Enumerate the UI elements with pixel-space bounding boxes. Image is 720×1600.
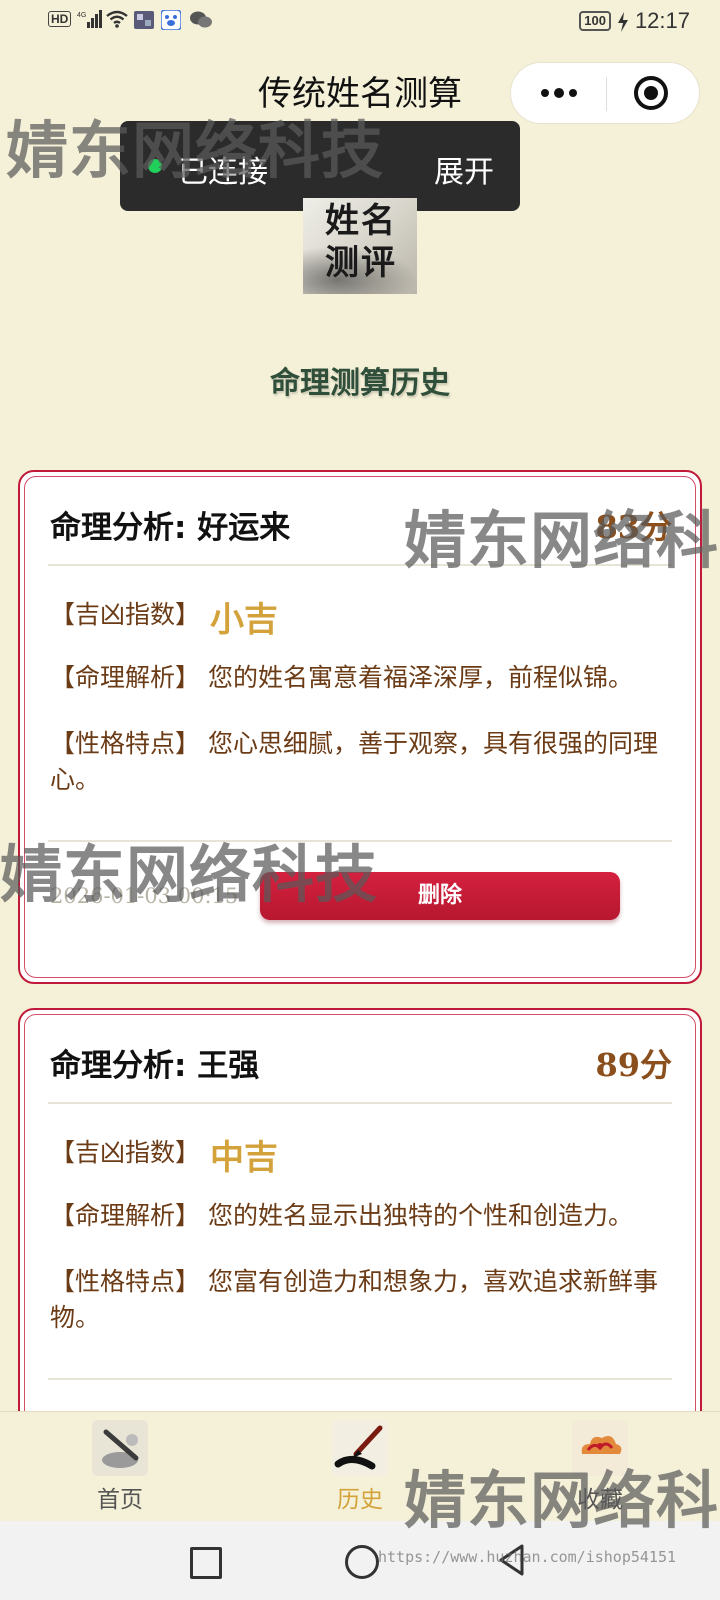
status-right: 100 12:17 xyxy=(579,8,690,34)
logo-text-line1: 姓名 xyxy=(325,201,397,241)
trait-row: 【性格特点】 您富有创造力和想象力，喜欢追求新鲜事物。 xyxy=(50,1264,670,1336)
capsule-divider xyxy=(606,77,607,111)
luck-value: 中吉 xyxy=(210,1138,279,1178)
recent-apps-icon[interactable] xyxy=(190,1547,222,1579)
luck-value: 小吉 xyxy=(210,600,279,640)
analysis-row: 【命理解析】 您的姓名显示出独特的个性和创造力。 xyxy=(50,1198,670,1234)
wifi-icon xyxy=(105,10,129,28)
trait-label: 【性格特点】 xyxy=(50,729,201,758)
card-title: 命理分析: 好运来 xyxy=(50,510,291,546)
close-target-icon[interactable] xyxy=(633,75,669,111)
analysis-label: 【命理解析】 xyxy=(50,663,201,692)
status-bar: HD 4G 100 12:17 xyxy=(0,0,720,44)
brush-ink-icon xyxy=(92,1420,148,1476)
analysis-row: 【命理解析】 您的姓名寓意着福泽深厚，前程似锦。 xyxy=(50,660,670,696)
luck-label: 【吉凶指数】 xyxy=(50,1138,201,1167)
trait-row: 【性格特点】 您心思细腻，善于观察，具有很强的同理心。 xyxy=(50,726,670,798)
divider xyxy=(48,1102,672,1104)
tab-label: 首页 xyxy=(97,1487,143,1513)
divider xyxy=(48,1378,672,1380)
watermark: 婧东网络科技 xyxy=(404,1464,720,1537)
tab-home[interactable]: 首页 xyxy=(50,1420,190,1514)
app-notification-icon xyxy=(133,10,155,29)
logo-text: 姓名 测评 xyxy=(311,200,411,284)
battery-indicator: 100 xyxy=(579,11,611,31)
watermark: 婧东网络科技 xyxy=(0,838,379,911)
logo-text-line2: 测评 xyxy=(325,243,397,283)
section-heading: 命理测算历史 xyxy=(270,366,450,401)
trait-label: 【性格特点】 xyxy=(50,1267,201,1296)
card-score: 89分 xyxy=(595,1046,672,1084)
luck-row: 【吉凶指数】 小吉 xyxy=(50,592,670,641)
analysis-label: 【命理解析】 xyxy=(50,1201,201,1230)
charging-bolt-icon xyxy=(617,12,629,32)
hd-badge: HD xyxy=(48,11,72,27)
analysis-text: 您的姓名显示出独特的个性和创造力。 xyxy=(207,1201,633,1230)
miniprogram-capsule xyxy=(510,62,700,124)
analysis-text: 您的姓名寓意着福泽深厚，前程似锦。 xyxy=(207,663,633,692)
more-dots-icon[interactable] xyxy=(539,83,579,103)
home-circle-icon[interactable] xyxy=(345,1545,379,1579)
card-title: 命理分析: 王强 xyxy=(50,1048,260,1084)
cellular-signal-icon: 4G xyxy=(77,10,103,28)
clock: 12:17 xyxy=(634,8,690,33)
calligraphy-brush-icon xyxy=(332,1420,388,1476)
signal-type-label: 4G xyxy=(77,12,86,19)
app-logo: 姓名 测评 xyxy=(303,198,417,294)
watermark: 婧东网络科技 xyxy=(6,114,385,187)
wechat-icon xyxy=(189,10,213,28)
baidu-paw-icon xyxy=(160,9,183,31)
status-left: HD 4G xyxy=(48,9,213,31)
luck-row: 【吉凶指数】 中吉 xyxy=(50,1130,670,1179)
watermark: 婧东网络科技 xyxy=(404,504,720,577)
expand-button[interactable]: 展开 xyxy=(434,147,494,191)
luck-label: 【吉凶指数】 xyxy=(50,600,201,629)
watermark-url: https://www.huzhan.com/ishop54151 xyxy=(378,1548,677,1566)
